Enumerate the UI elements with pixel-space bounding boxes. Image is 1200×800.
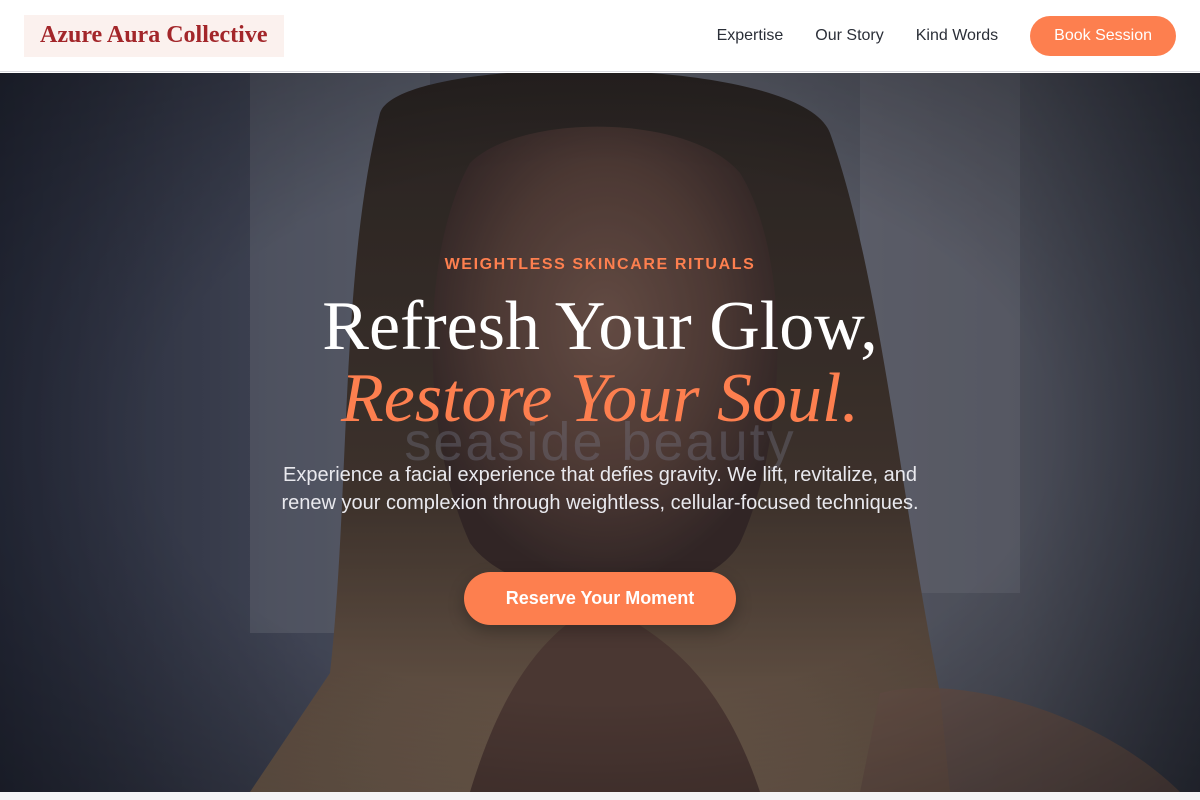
hero-eyebrow: WEIGHTLESS SKINCARE RITUALS bbox=[444, 256, 756, 273]
reserve-moment-button[interactable]: Reserve Your Moment bbox=[464, 572, 736, 625]
hero-section: seaside beauty WEIGHTLESS SKINCARE RITUA… bbox=[0, 73, 1200, 792]
main-nav: Expertise Our Story Kind Words Book Sess… bbox=[717, 15, 1176, 56]
nav-link-our-story[interactable]: Our Story bbox=[815, 27, 883, 45]
hero-headline: Refresh Your Glow, bbox=[322, 288, 878, 365]
book-session-button[interactable]: Book Session bbox=[1030, 15, 1176, 56]
page-bottom-edge bbox=[0, 792, 1200, 800]
site-header: Azure Aura Collective Expertise Our Stor… bbox=[0, 0, 1200, 72]
nav-link-expertise[interactable]: Expertise bbox=[717, 27, 784, 45]
hero-content: WEIGHTLESS SKINCARE RITUALS Refresh Your… bbox=[0, 73, 1200, 792]
nav-link-kind-words[interactable]: Kind Words bbox=[916, 27, 998, 45]
brand-logo[interactable]: Azure Aura Collective bbox=[24, 14, 284, 57]
hero-description: Experience a facial experience that defi… bbox=[281, 464, 919, 514]
hero-headline-accent: Restore Your Soul. bbox=[341, 360, 859, 437]
